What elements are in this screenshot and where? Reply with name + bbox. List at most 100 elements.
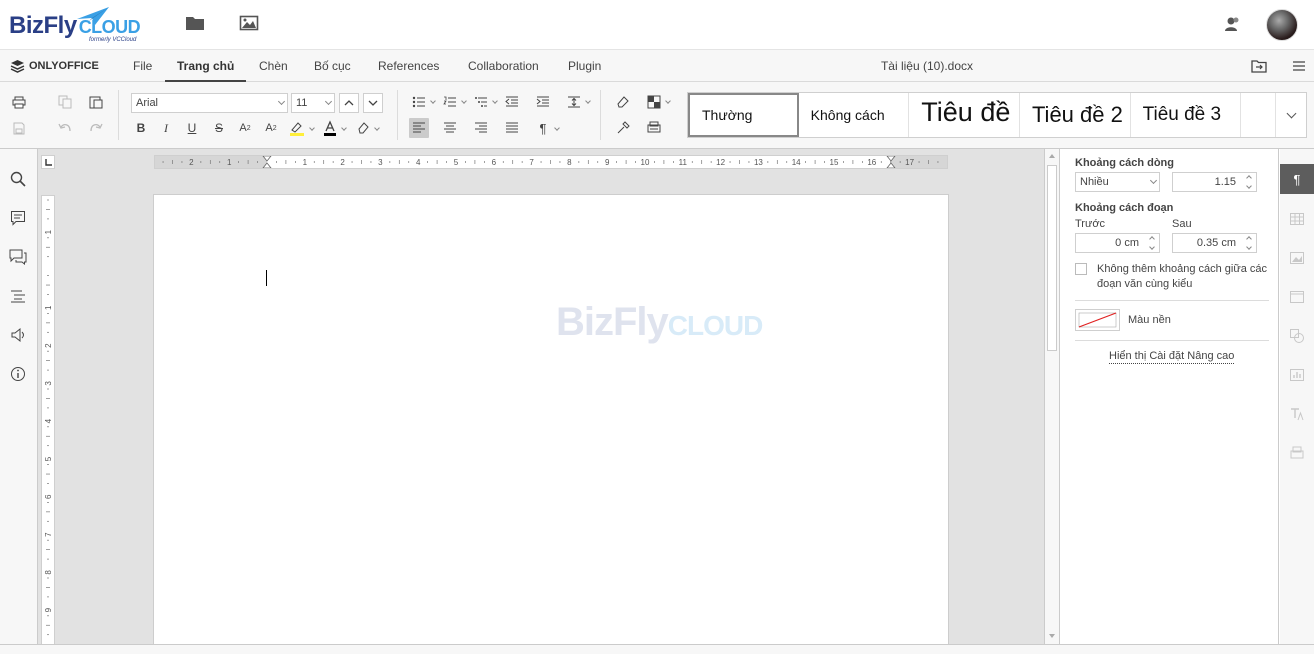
feedback-icon[interactable] [8, 325, 28, 345]
mail-merge-icon[interactable] [644, 118, 664, 138]
separator [118, 90, 119, 140]
before-label: Trước [1075, 218, 1106, 230]
line-spacing-mode-select[interactable]: Nhiều [1075, 172, 1160, 192]
increase-indent-icon[interactable] [533, 92, 553, 112]
tab-references[interactable]: References [378, 50, 439, 82]
bizfly-logo[interactable]: BizFly CLOUD formerly VCCloud [9, 5, 154, 47]
font-color-button[interactable] [320, 118, 340, 138]
align-center-button[interactable] [440, 118, 460, 138]
tab-plugin[interactable]: Plugin [568, 50, 601, 82]
navigation-icon[interactable] [8, 286, 28, 306]
folder-icon[interactable] [185, 14, 207, 34]
background-color-picker[interactable] [1075, 309, 1120, 331]
watermark-cloud: CLOUD [667, 310, 764, 341]
font-size-select[interactable]: 11 [291, 93, 335, 113]
menu-icon[interactable] [1289, 56, 1309, 76]
undo-icon[interactable] [55, 118, 75, 138]
decrease-font-button[interactable] [363, 93, 383, 113]
line-spacing-value: 1.15 [1214, 176, 1236, 188]
table-settings-icon[interactable] [1287, 209, 1307, 229]
tab-stop-selector[interactable] [41, 155, 55, 169]
document-canvas[interactable]: 2 1 1 2 3 4 5 6 7 8 9 10 11 12 13 14 15 16 17 1123456789 B… [38, 149, 1044, 644]
chevron-down-icon [341, 125, 347, 131]
font-name-value: Arial [136, 97, 159, 109]
vertical-scrollbar[interactable] [1044, 149, 1060, 644]
chat-icon[interactable] [8, 247, 28, 267]
copy-icon[interactable] [55, 92, 75, 112]
left-sidebar [0, 149, 38, 644]
ruler-label: 13 [754, 158, 763, 167]
comments-icon[interactable] [8, 208, 28, 228]
shape-settings-icon[interactable] [1287, 326, 1307, 346]
open-location-icon[interactable] [1249, 56, 1269, 76]
decrease-indent-icon[interactable] [502, 92, 522, 112]
font-name-select[interactable]: Arial [131, 93, 288, 113]
bold-button[interactable]: B [131, 118, 151, 138]
horizontal-ruler[interactable]: 2 1 1 2 3 4 5 6 7 8 9 10 11 12 13 14 15 16 17 [154, 155, 948, 169]
image-settings-icon[interactable] [1287, 248, 1307, 268]
brand-name: BizFly CLOUD [9, 12, 141, 39]
search-icon[interactable] [8, 169, 28, 189]
highlight-color-button[interactable] [287, 118, 307, 138]
chart-settings-icon[interactable] [1287, 365, 1307, 385]
clear-format-button[interactable] [353, 118, 373, 138]
style-gallery: Thường Không cách Tiêu đề 1 Tiêu đề 2 Ti… [687, 92, 1307, 138]
style-empty[interactable] [1241, 93, 1277, 137]
style-heading-2[interactable]: Tiêu đề 2 [1020, 93, 1131, 137]
no-space-checkbox[interactable] [1075, 263, 1087, 275]
paragraph-settings-icon[interactable]: ¶ [1280, 164, 1314, 194]
style-heading-3[interactable]: Tiêu đề 3 [1131, 93, 1242, 137]
superscript-button[interactable]: A2 [235, 118, 255, 138]
mail-merge-settings-icon[interactable] [1287, 443, 1307, 463]
bullet-list-icon[interactable] [409, 92, 429, 112]
underline-button[interactable]: U [182, 118, 202, 138]
users-icon[interactable] [1222, 15, 1244, 35]
multilevel-list-icon[interactable] [471, 92, 491, 112]
increase-font-button[interactable] [339, 93, 359, 113]
style-more-button[interactable] [1276, 93, 1306, 137]
indent-marker[interactable] [262, 156, 272, 168]
copy-style-icon[interactable] [613, 118, 633, 138]
tab-file[interactable]: File [133, 50, 152, 82]
vertical-ruler[interactable]: 1 1 2 3 4 5 6 7 8 9 [41, 195, 55, 644]
ruler-label: 2 [44, 343, 53, 348]
scroll-up-icon[interactable] [1045, 151, 1059, 161]
tab-home[interactable]: Trang chủ [165, 50, 247, 82]
paragraph-marks-button[interactable]: ¶ [533, 118, 553, 138]
advanced-settings-link[interactable]: Hiển thị Cài đặt Nâng cao [1109, 350, 1235, 364]
style-normal[interactable]: Thường [688, 93, 799, 137]
line-spacing-input[interactable]: 1.15 [1172, 172, 1257, 192]
style-heading-1[interactable]: Tiêu đề 1 [909, 93, 1020, 137]
justify-button[interactable] [502, 118, 522, 138]
scroll-down-icon[interactable] [1045, 631, 1059, 641]
paste-icon[interactable] [86, 92, 106, 112]
text-art-icon[interactable] [1287, 404, 1307, 424]
align-left-button[interactable] [409, 118, 429, 138]
italic-button[interactable]: I [156, 118, 176, 138]
subscript-button[interactable]: A2 [261, 118, 281, 138]
eraser-icon[interactable] [613, 92, 633, 112]
tab-collaboration[interactable]: Collaboration [468, 50, 539, 82]
tab-layout[interactable]: Bố cục [314, 50, 351, 82]
strikethrough-button[interactable]: S [209, 118, 229, 138]
redo-icon[interactable] [86, 118, 106, 138]
align-right-button[interactable] [471, 118, 491, 138]
document-page[interactable]: BizFlyCLOUD [153, 194, 949, 644]
scroll-thumb[interactable] [1047, 165, 1057, 351]
spacing-after-input[interactable]: 0.35 cm [1172, 233, 1257, 253]
print-icon[interactable] [9, 92, 29, 112]
image-icon[interactable] [239, 14, 261, 34]
user-avatar[interactable] [1266, 9, 1298, 41]
chevron-down-icon [430, 98, 436, 104]
numbered-list-icon[interactable] [440, 92, 460, 112]
about-icon[interactable] [8, 364, 28, 384]
header-footer-icon[interactable] [1287, 287, 1307, 307]
spacing-before-input[interactable]: 0 cm [1075, 233, 1160, 253]
tab-insert[interactable]: Chèn [259, 50, 288, 82]
ruler-label: 3 [44, 381, 53, 386]
shading-icon[interactable] [644, 92, 664, 112]
status-bar [0, 644, 1314, 654]
style-no-spacing[interactable]: Không cách [799, 93, 910, 137]
save-icon[interactable] [9, 118, 29, 138]
line-spacing-icon[interactable] [564, 92, 584, 112]
